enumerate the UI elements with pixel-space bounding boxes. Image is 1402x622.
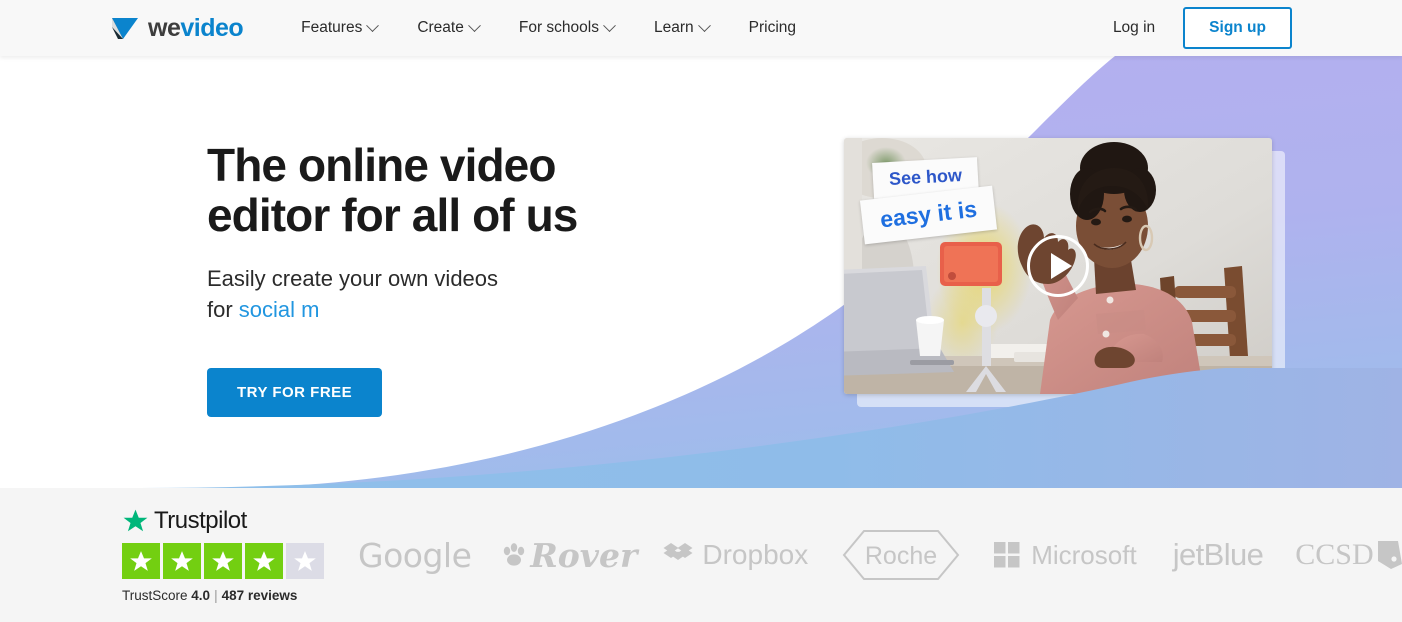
wevideo-logo-text: wevideo [148, 13, 244, 42]
page-title: The online video editor for all of us [207, 139, 767, 241]
nav-item-create[interactable]: Create [397, 0, 499, 56]
landing-page: wevideo Features Create For schools Lear… [0, 0, 1402, 622]
hero-title-line1: The online video [207, 139, 556, 191]
star-filled-3 [204, 543, 242, 579]
nav-label: Pricing [748, 19, 797, 36]
brand-logo-google: Google [358, 535, 472, 575]
svg-text:Roche: Roche [865, 542, 937, 570]
trustscore-label: TrustScore [122, 588, 188, 603]
trustpilot-header: Trustpilot [122, 507, 324, 535]
nav-item-pricing[interactable]: Pricing [729, 0, 816, 56]
nav-label: Learn [653, 19, 694, 36]
brand-logo-dropbox: Dropbox [645, 539, 826, 571]
brand-logo-dropbox-text: Dropbox [702, 539, 809, 570]
main-navigation: Features Create For schools Learn Pricin… [281, 0, 816, 56]
brand-logo-ccsd-text: CCSD [1295, 538, 1374, 571]
trustpilot-widget[interactable]: Trustpilot TrustScore 4.0 | 487 reviews [122, 507, 324, 603]
chevron-down-icon [697, 18, 711, 32]
nav-label: Features [301, 19, 363, 36]
hero-subtitle-line2-prefix: for [207, 297, 239, 323]
brand-logo-rover: Rover [493, 536, 645, 575]
chevron-down-icon [366, 18, 380, 32]
brand-logo-rover-text: Rover [530, 535, 638, 575]
nav-item-features[interactable]: Features [281, 0, 397, 56]
trustpilot-reviews-count: 487 reviews [221, 588, 298, 603]
trustscore-value: 4.0 [191, 588, 211, 603]
play-button[interactable] [1027, 235, 1089, 297]
brand-logo-ccsd: CCSD [1281, 538, 1402, 572]
header-actions: Log in Sign up [1113, 7, 1292, 49]
microsoft-squares-icon [994, 542, 1020, 568]
trustscore-separator: | [214, 588, 218, 603]
hero-subtitle: Easily create your own videos for social… [207, 264, 767, 326]
trustpilot-stars [122, 543, 324, 579]
hero-video-thumbnail[interactable]: See how easy it is [844, 138, 1272, 394]
trustpilot-name: Trustpilot [154, 507, 247, 534]
hero-subtitle-line1: Easily create your own videos [207, 266, 499, 292]
star-filled-4 [245, 543, 283, 579]
signup-button[interactable]: Sign up [1183, 7, 1292, 49]
roche-hexagon-icon: Roche [842, 530, 960, 580]
nav-item-learn[interactable]: Learn [634, 0, 729, 56]
trust-bar: Trustpilot TrustScore 4.0 | 487 reviews … [0, 488, 1402, 622]
brand-logo-microsoft-text: Microsoft [1031, 539, 1137, 570]
login-link[interactable]: Log in [1113, 19, 1155, 37]
wevideo-logo[interactable]: wevideo [110, 13, 244, 42]
hero-section: The online video editor for all of us Ea… [0, 56, 1402, 488]
chevron-down-icon [467, 18, 481, 32]
brand-logo-strip: Google Rover Dropbox Roche Microsoft jet… [336, 529, 1402, 581]
logo-text-we: we [148, 13, 181, 42]
star-empty-5 [286, 543, 324, 579]
trustpilot-star-icon [123, 509, 148, 532]
hero-subtitle-accent: social m [238, 297, 320, 323]
hero-title-line2: editor for all of us [207, 188, 578, 241]
brand-logo-roche: Roche [826, 529, 976, 581]
logo-text-video: video [180, 13, 244, 42]
nav-item-for-schools[interactable]: For schools [499, 0, 634, 56]
site-header: wevideo Features Create For schools Lear… [0, 0, 1402, 56]
wevideo-play-logo-icon [112, 18, 138, 39]
trustscore-line: TrustScore 4.0 | 487 reviews [122, 588, 324, 603]
chevron-down-icon [603, 18, 616, 32]
paw-icon [504, 543, 525, 566]
hero-bottom-curve [140, 368, 1402, 488]
star-filled-1 [122, 543, 160, 579]
brand-logo-jetblue: jetBlue [1172, 537, 1264, 572]
brand-logo-microsoft: Microsoft [976, 540, 1154, 571]
play-triangle-icon [1051, 253, 1072, 279]
nevada-shape-icon [1377, 541, 1402, 569]
dropbox-icon [663, 543, 693, 560]
star-filled-2 [163, 543, 201, 579]
nav-label: Create [417, 19, 464, 36]
nav-label: For schools [518, 19, 599, 36]
